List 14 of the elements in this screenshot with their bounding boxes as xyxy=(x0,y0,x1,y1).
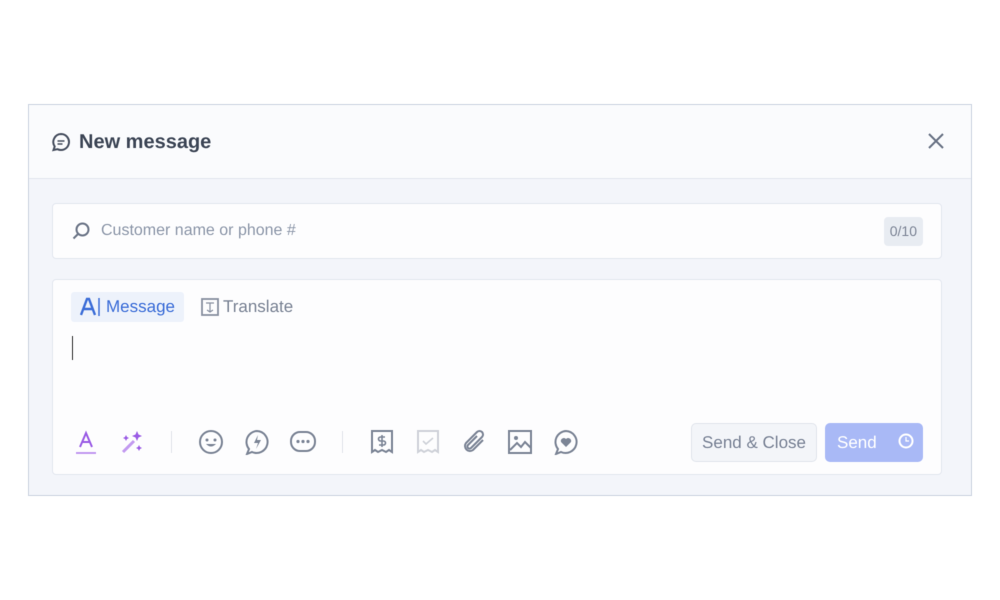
search-icon xyxy=(71,221,91,241)
character-counter: 0/10 xyxy=(884,216,923,246)
text-cursor xyxy=(72,336,73,360)
recipient-field[interactable]: Customer name or phone # 0/10 xyxy=(52,203,942,259)
chat-bubble-icon xyxy=(51,132,71,152)
close-icon xyxy=(927,132,945,150)
mode-tab[interactable]: Translate xyxy=(192,292,302,322)
text-cursor-icon xyxy=(80,296,102,317)
recipient-input[interactable]: Customer name or phone # xyxy=(99,218,876,244)
translate-icon xyxy=(200,298,219,316)
dialog-title: New message xyxy=(79,130,212,154)
mode-tab[interactable]: Message xyxy=(71,292,184,322)
clock-icon xyxy=(898,432,914,448)
send-and-close-button[interactable]: Send & Close xyxy=(691,422,817,462)
